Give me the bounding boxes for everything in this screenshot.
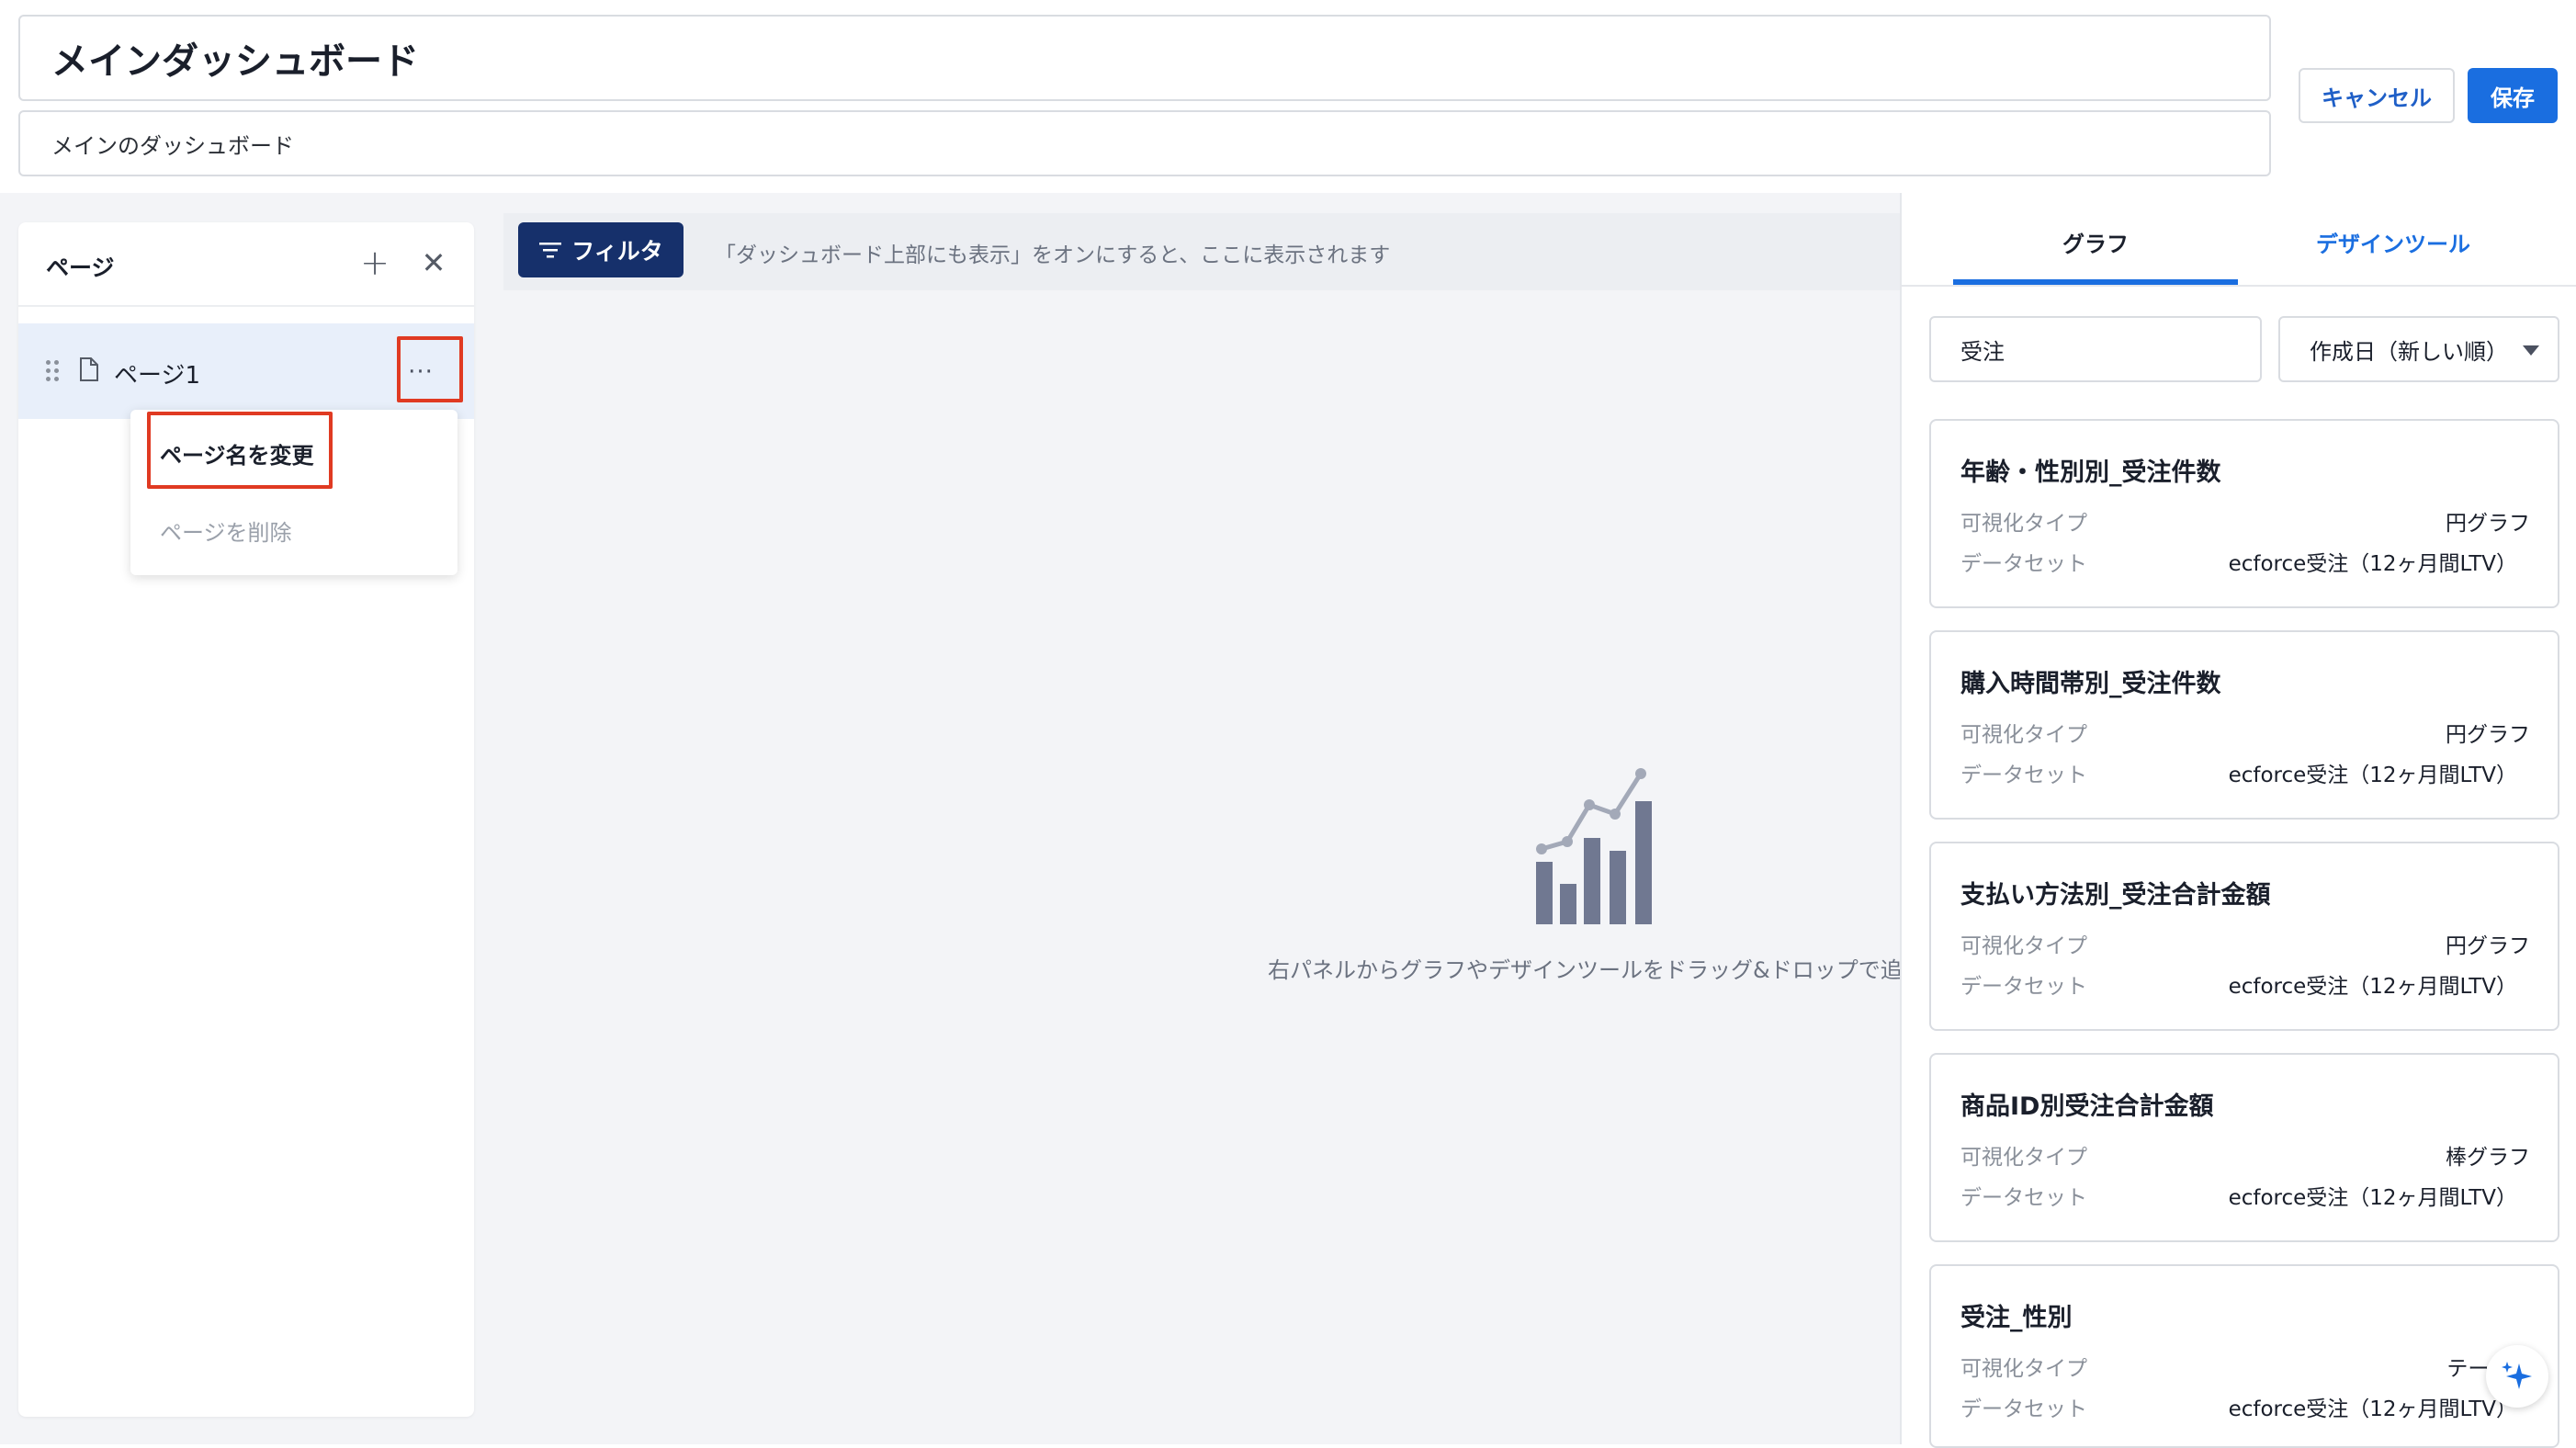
header: メインダッシュボード メインのダッシュボード キャンセル 保存	[0, 0, 2576, 193]
dataset-value: ecforce受注（12ヶ月間LTV）	[2228, 764, 2517, 787]
dataset-label: データセット	[1960, 552, 2087, 576]
graph-search-input[interactable]: 受注	[1929, 316, 2262, 382]
dashboard-title-input[interactable]: メインダッシュボード	[18, 15, 2271, 101]
graph-card-title: 受注_性別	[1960, 1304, 2073, 1332]
vis-type-value: 棒グラフ	[2446, 1146, 2530, 1170]
dataset-value: ecforce受注（12ヶ月間LTV）	[2228, 1397, 2517, 1421]
vis-type-label: 可視化タイプ	[1960, 512, 2087, 536]
tab-design-tools[interactable]: デザインツール	[2251, 226, 2536, 285]
vis-type-label: 可視化タイプ	[1960, 934, 2087, 958]
filter-icon	[539, 243, 562, 258]
vis-type-value: 円グラフ	[2446, 512, 2530, 536]
graph-card[interactable]: 購入時間帯別_受注件数 可視化タイプ 円グラフ データセット ecforce受注…	[1929, 630, 2559, 820]
vis-type-value: 円グラフ	[2446, 723, 2530, 747]
graph-card[interactable]: 支払い方法別_受注合計金額 可視化タイプ 円グラフ データセット ecforce…	[1929, 842, 2559, 1031]
graph-card-title: 支払い方法別_受注合計金額	[1960, 881, 2271, 910]
ai-assistant-button[interactable]	[2486, 1345, 2548, 1408]
graph-card-title: 年齢・性別別_受注件数	[1960, 458, 2221, 487]
pages-panel-header: ページ + ✕	[18, 222, 474, 307]
graph-card[interactable]: 受注_性別 可視化タイプ テーブル データセット ecforce受注（12ヶ月間…	[1929, 1264, 2559, 1448]
tab-graph[interactable]: グラフ	[1953, 226, 2238, 285]
vis-type-value: 円グラフ	[2446, 934, 2530, 958]
filter-button-label: フィルタ	[571, 238, 663, 265]
graph-card-title: 商品ID別受注合計金額	[1960, 1092, 2214, 1121]
empty-state-text: 右パネルからグラフやデザインツールをドラッグ&ドロップで追加	[1268, 957, 1900, 983]
file-icon	[79, 356, 99, 382]
graph-library-panel: グラフ デザインツール 受注 作成日（新しい順） 年齢・性別別_受注件数 可視化…	[1900, 193, 2576, 1448]
vis-type-label: 可視化タイプ	[1960, 1146, 2087, 1170]
filter-button[interactable]: フィルタ	[518, 222, 684, 277]
dataset-label: データセット	[1960, 1397, 2087, 1421]
dataset-value: ecforce受注（12ヶ月間LTV）	[2228, 552, 2517, 576]
chevron-down-icon	[2523, 345, 2539, 356]
dataset-label: データセット	[1960, 1186, 2087, 1210]
dashboard-description-input[interactable]: メインのダッシュボード	[18, 110, 2271, 176]
highlight-more-button	[397, 336, 463, 402]
dataset-label: データセット	[1960, 764, 2087, 787]
dataset-value: ecforce受注（12ヶ月間LTV）	[2228, 1186, 2517, 1210]
cancel-button[interactable]: キャンセル	[2299, 68, 2455, 123]
sort-select-value: 作成日（新しい順）	[2310, 338, 2508, 365]
divider	[1902, 285, 2576, 287]
sort-select[interactable]: 作成日（新しい順）	[2278, 316, 2559, 382]
vis-type-label: 可視化タイプ	[1960, 1357, 2087, 1381]
save-button[interactable]: 保存	[2468, 68, 2558, 123]
graph-card[interactable]: 年齢・性別別_受注件数 可視化タイプ 円グラフ データセット ecforce受注…	[1929, 419, 2559, 608]
page-name-label: ページ1	[114, 362, 201, 390]
chart-placeholder-icon	[1532, 768, 1661, 926]
pages-panel-title: ページ	[46, 255, 115, 281]
delete-page-menu-item[interactable]: ページを削除	[160, 515, 292, 547]
highlight-rename-item	[147, 412, 333, 489]
vis-type-label: 可視化タイプ	[1960, 723, 2087, 747]
drag-handle-icon[interactable]	[46, 360, 62, 382]
graph-card[interactable]: 商品ID別受注合計金額 可視化タイプ 棒グラフ データセット ecforce受注…	[1929, 1053, 2559, 1242]
close-icon[interactable]: ✕	[413, 243, 454, 283]
graph-card-title: 購入時間帯別_受注件数	[1960, 670, 2221, 698]
filter-hint-text: 「ダッシュボード上部にも表示」をオンにすると、ここに表示されます	[715, 243, 1391, 267]
sparkle-icon	[2502, 1362, 2532, 1389]
dataset-value: ecforce受注（12ヶ月間LTV）	[2228, 975, 2517, 999]
add-page-icon[interactable]: +	[355, 243, 395, 283]
dataset-label: データセット	[1960, 975, 2087, 999]
